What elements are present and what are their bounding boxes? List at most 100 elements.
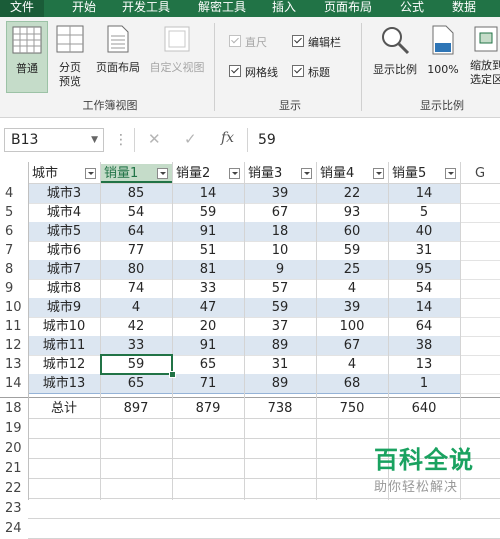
filter-dropdown-icon[interactable] [85,168,96,179]
table-cell[interactable]: 37 [244,317,316,336]
table-cell[interactable]: 18 [244,222,316,241]
table-cell[interactable]: 64 [388,317,460,336]
total-cell[interactable]: 879 [172,399,244,418]
row-header[interactable]: 5 [0,203,28,222]
table-cell[interactable]: 95 [388,260,460,279]
row-header[interactable]: 9 [0,279,28,298]
table-cell[interactable]: 10 [244,241,316,260]
page-break-preview-button[interactable]: 分页 预览 [52,21,88,93]
formula-bar-checkbox[interactable]: 编辑栏 [292,35,341,51]
total-cell[interactable]: 750 [316,399,388,418]
table-cell[interactable]: 25 [316,260,388,279]
table-cell[interactable]: 城市7 [28,260,100,279]
total-cell[interactable]: 738 [244,399,316,418]
filter-dropdown-icon[interactable] [229,168,240,179]
table-cell[interactable]: 59 [316,241,388,260]
tab-insert[interactable]: 插入 [264,0,304,17]
total-cell[interactable]: 总计 [28,399,100,418]
table-cell[interactable]: 城市10 [28,317,100,336]
row-header[interactable]: 22 [0,479,28,498]
table-cell[interactable]: 31 [388,241,460,260]
name-box[interactable]: B13 ▼ [4,128,104,152]
zoom-100-button[interactable]: 100% [424,21,462,93]
table-cell[interactable]: 71 [172,374,244,393]
tab-decrypt-tools[interactable]: 解密工具 [190,0,254,17]
ruler-checkbox[interactable]: 直尺 [229,35,267,51]
table-cell[interactable]: 100 [316,317,388,336]
column-header-g[interactable]: G [460,164,500,183]
table-cell[interactable]: 4 [316,355,388,374]
table-cell[interactable]: 31 [244,355,316,374]
row-header[interactable]: 20 [0,439,28,458]
row-header[interactable]: 24 [0,519,28,538]
table-cell[interactable]: 33 [100,336,172,355]
table-cell[interactable]: 80 [100,260,172,279]
row-header[interactable]: 23 [0,499,28,518]
tab-data[interactable]: 数据 [444,0,484,17]
table-cell[interactable]: 59 [172,203,244,222]
table-cell[interactable]: 60 [316,222,388,241]
row-header[interactable]: 11 [0,317,28,336]
table-cell[interactable]: 城市3 [28,184,100,203]
table-cell[interactable]: 城市12 [28,355,100,374]
table-cell[interactable]: 39 [244,184,316,203]
tab-page-layout[interactable]: 页面布局 [316,0,380,17]
table-cell[interactable]: 9 [244,260,316,279]
table-cell[interactable]: 51 [172,241,244,260]
row-header[interactable]: 21 [0,459,28,478]
table-cell[interactable]: 65 [172,355,244,374]
table-cell[interactable]: 89 [244,374,316,393]
cancel-icon[interactable]: ✕ [148,130,161,148]
row-header[interactable]: 19 [0,419,28,438]
table-cell[interactable]: 城市13 [28,374,100,393]
row-header[interactable]: 8 [0,260,28,279]
normal-view-button[interactable]: 普通 [6,21,48,93]
table-cell[interactable]: 59 [244,298,316,317]
table-cell[interactable]: 城市8 [28,279,100,298]
table-cell[interactable]: 81 [172,260,244,279]
chevron-down-icon[interactable]: ▼ [91,129,98,151]
insert-function-icon[interactable]: fx [221,130,234,146]
filter-dropdown-icon[interactable] [157,168,168,179]
table-cell[interactable]: 93 [316,203,388,222]
table-cell[interactable]: 91 [172,222,244,241]
page-layout-view-button[interactable]: 页面布局 [92,21,144,93]
table-cell[interactable]: 57 [244,279,316,298]
filter-dropdown-icon[interactable] [445,168,456,179]
custom-views-button[interactable]: 自定义视图 [146,21,208,93]
row-header[interactable]: 14 [0,374,28,393]
headings-checkbox[interactable]: 标题 [292,65,330,81]
filter-dropdown-icon[interactable] [301,168,312,179]
table-cell[interactable]: 城市5 [28,222,100,241]
table-cell[interactable]: 65 [100,374,172,393]
table-cell[interactable]: 14 [388,298,460,317]
row-header[interactable]: 12 [0,336,28,355]
total-cell[interactable]: 897 [100,399,172,418]
table-cell[interactable]: 1 [388,374,460,393]
row-header[interactable]: 6 [0,222,28,241]
table-cell[interactable]: 64 [100,222,172,241]
table-cell[interactable]: 4 [316,279,388,298]
table-cell[interactable]: 67 [316,336,388,355]
table-cell[interactable]: 85 [100,184,172,203]
table-cell[interactable]: 14 [172,184,244,203]
table-cell[interactable]: 74 [100,279,172,298]
table-cell[interactable]: 39 [316,298,388,317]
table-cell[interactable]: 14 [388,184,460,203]
table-cell[interactable]: 89 [244,336,316,355]
table-cell[interactable]: 20 [172,317,244,336]
table-cell[interactable]: 77 [100,241,172,260]
filter-dropdown-icon[interactable] [373,168,384,179]
table-cell[interactable]: 城市9 [28,298,100,317]
row-header[interactable]: 13 [0,355,28,374]
table-cell[interactable]: 城市4 [28,203,100,222]
enter-icon[interactable]: ✓ [184,130,197,148]
active-cell-selection[interactable] [100,354,173,375]
table-cell[interactable]: 38 [388,336,460,355]
tab-file[interactable]: 文件 [0,0,44,17]
table-cell[interactable]: 5 [388,203,460,222]
zoom-to-selection-button[interactable]: 缩放到 选定区 [466,21,500,93]
zoom-button[interactable]: 显示比例 [366,21,424,93]
table-cell[interactable]: 68 [316,374,388,393]
row-header[interactable]: 18 [0,399,28,418]
